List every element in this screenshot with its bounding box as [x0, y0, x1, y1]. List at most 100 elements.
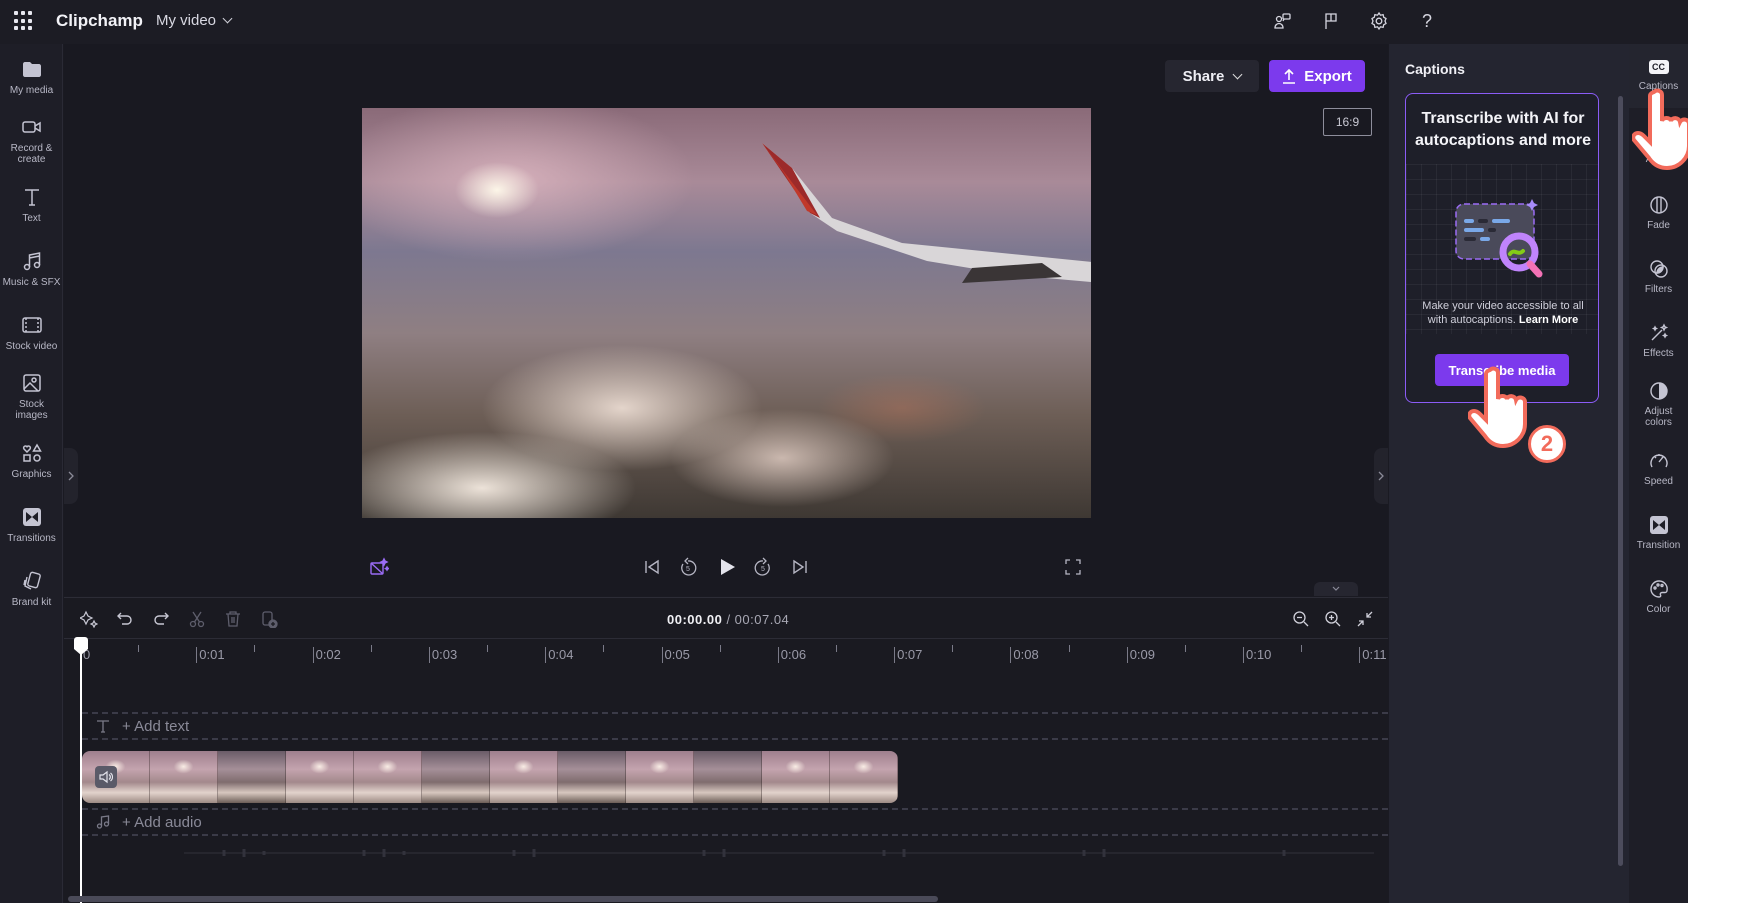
sidebar-item-transitions[interactable]: Transitions	[0, 506, 63, 544]
ruler-tick-major	[1359, 647, 1361, 663]
tab-adjust-colors[interactable]: Adjust colors	[1629, 380, 1688, 428]
ruler-tick-minor	[254, 645, 256, 652]
flag-icon[interactable]	[1318, 8, 1344, 34]
ai-enhance-button[interactable]	[367, 555, 391, 579]
ruler-tick-major	[1126, 647, 1128, 663]
timeline-horizontal-scrollbar[interactable]	[68, 896, 938, 902]
add-audio-label: + Add audio	[122, 813, 202, 831]
clip-thumbnail-frame	[490, 751, 558, 803]
sidebar-item-my-media[interactable]: My media	[0, 58, 63, 96]
ruler-tick-label: 0:03	[431, 647, 458, 662]
tab-transition[interactable]: Transition	[1629, 514, 1688, 551]
playhead[interactable]	[80, 638, 82, 903]
tab-effects[interactable]: Effects	[1629, 322, 1688, 359]
split-button[interactable]	[186, 608, 208, 630]
filters-icon	[1649, 260, 1668, 278]
forward-5s-button[interactable]: 5	[751, 555, 775, 579]
panel-scrollbar[interactable]	[1618, 96, 1623, 866]
sidebar-item-music-sfx[interactable]: Music & SFX	[0, 250, 63, 288]
sidebar-item-stock-images[interactable]: Stock images	[0, 372, 63, 421]
play-button[interactable]	[715, 555, 739, 579]
export-button[interactable]: Export	[1269, 60, 1365, 92]
chevron-down-icon	[1232, 69, 1243, 79]
help-icon[interactable]: ?	[1414, 8, 1440, 34]
app-launcher-icon[interactable]	[14, 11, 34, 31]
clip-thumbnail-frame	[626, 751, 694, 803]
skip-to-start-button[interactable]	[640, 555, 664, 579]
clip-thumbnail-frame	[422, 751, 490, 803]
ruler-tick-major	[894, 647, 896, 663]
text-icon	[24, 189, 39, 206]
zoom-in-button[interactable]	[1322, 608, 1344, 630]
volume-icon[interactable]	[95, 766, 117, 788]
sidebar-item-brand-kit[interactable]: Brand kit	[0, 570, 63, 608]
left-sidebar: My media Record & create Text Music & SF…	[0, 44, 63, 903]
zoom-out-button[interactable]	[1290, 608, 1312, 630]
step-2-badge: 2	[1528, 425, 1566, 463]
redo-button[interactable]	[150, 608, 172, 630]
ruler-tick-major	[545, 647, 547, 663]
ruler-tick-major	[1243, 647, 1244, 663]
audio-waveform-placeholder	[184, 849, 1374, 857]
audio-track[interactable]: + Add audio	[82, 808, 1388, 836]
aspect-ratio-button[interactable]: 16:9	[1323, 108, 1372, 136]
clip-thumbnail-frame	[558, 751, 626, 803]
skip-to-end-button[interactable]	[788, 555, 812, 579]
chevron-down-icon	[222, 13, 233, 24]
delete-button[interactable]	[222, 608, 244, 630]
add-text-label: + Add text	[122, 717, 190, 735]
timeline-ruler[interactable]: 00:010:020:030:040:050:060:070:080:090:1…	[64, 638, 1419, 666]
sidebar-item-stock-video[interactable]: Stock video	[0, 314, 63, 352]
image-icon	[22, 374, 41, 392]
tab-fade[interactable]: Fade	[1629, 194, 1688, 231]
clip-thumbnail-frame	[762, 751, 830, 803]
ruler-tick-label: 0:09	[1129, 647, 1155, 662]
project-name-dropdown[interactable]: My video	[156, 12, 233, 29]
right-sidebar: CC Captions Audio Fade Filters Effects A…	[1629, 44, 1688, 903]
ruler-tick-label: 0:06	[780, 647, 807, 662]
sidebar-item-text[interactable]: Text	[0, 186, 63, 224]
undo-button[interactable]	[114, 608, 136, 630]
ruler-tick-label: 0:07	[897, 647, 923, 662]
share-button[interactable]: Share	[1165, 60, 1259, 92]
collapse-timeline-button[interactable]	[1314, 582, 1358, 596]
pointer-hand-icon	[1632, 88, 1688, 171]
tab-color[interactable]: Color	[1629, 578, 1688, 615]
rewind-5s-button[interactable]: 5	[676, 555, 700, 579]
feedback-icon[interactable]	[1270, 8, 1296, 34]
upload-icon	[1283, 68, 1296, 84]
video-preview[interactable]	[362, 108, 1091, 518]
clip-thumbnail-frame	[830, 751, 898, 803]
folder-icon	[22, 62, 41, 77]
collapse-right-panel-handle[interactable]	[1374, 448, 1388, 504]
ruler-tick-minor	[1068, 645, 1070, 652]
ruler-tick-major	[777, 647, 779, 663]
ruler-tick-minor	[370, 645, 372, 652]
transcribe-illustration	[1455, 199, 1543, 278]
sidebar-item-record-create[interactable]: Record & create	[0, 116, 63, 165]
ruler-tick-label: 0:04	[548, 647, 574, 662]
tab-filters[interactable]: Filters	[1629, 258, 1688, 295]
magic-tools-button[interactable]	[78, 608, 100, 630]
ruler-tick-major	[661, 647, 663, 663]
music-icon	[23, 252, 40, 271]
fit-timeline-button[interactable]	[1354, 608, 1376, 630]
timeline: 00:00.00 / 00:07.04 00:010:020:030:040:0…	[64, 597, 1419, 903]
sidebar-item-graphics[interactable]: Graphics	[0, 442, 63, 480]
settings-icon[interactable]	[1366, 8, 1392, 34]
text-track[interactable]: + Add text	[82, 712, 1388, 740]
video-clip[interactable]	[82, 751, 898, 803]
playhead-handle[interactable]	[74, 637, 88, 655]
clip-thumbnail-frame	[694, 751, 762, 803]
fullscreen-button[interactable]	[1061, 555, 1085, 579]
svg-text:5: 5	[761, 566, 765, 573]
learn-more-link[interactable]: Learn More	[1519, 314, 1578, 326]
palette-icon	[1649, 580, 1668, 598]
project-name: My video	[156, 12, 217, 29]
airplane-wing-image	[762, 143, 1091, 283]
ruler-tick-minor	[603, 645, 605, 652]
tab-speed[interactable]: Speed	[1629, 450, 1688, 487]
duplicate-button[interactable]	[258, 608, 280, 630]
expand-left-panel-handle[interactable]	[64, 448, 78, 504]
ruler-tick-minor	[138, 645, 140, 652]
